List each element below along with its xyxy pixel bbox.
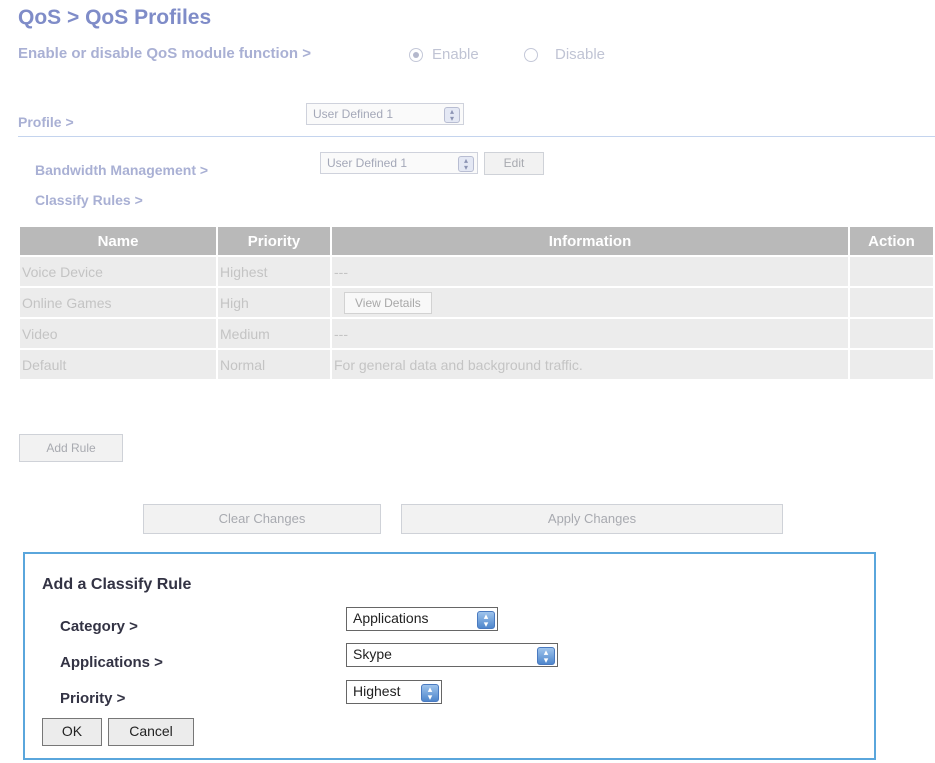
radio-selected-icon [409,48,423,62]
select-arrows-icon: ▴ ▾ [421,684,439,702]
rule-information: --- [332,257,848,286]
clear-changes-button[interactable]: Clear Changes [143,504,381,534]
applications-label: Applications > [60,654,163,671]
edit-bandwidth-button[interactable]: Edit [484,152,544,175]
rule-information: For general data and background traffic. [332,350,848,379]
cancel-button[interactable]: Cancel [108,718,194,746]
rule-priority: Highest [218,257,330,286]
bandwidth-select[interactable]: User Defined 1 ▴ ▾ [320,152,478,174]
rule-name: Online Games [20,288,216,317]
enable-qos-label: Enable or disable QoS module function > [18,45,311,62]
rule-action [850,319,933,348]
apply-changes-button[interactable]: Apply Changes [401,504,783,534]
applications-select-value: Skype [353,646,392,662]
bandwidth-select-value: User Defined 1 [327,156,408,170]
rule-name: Video [20,319,216,348]
classify-rules-table: Name Priority Information Action Voice D… [18,225,935,381]
rule-action [850,350,933,379]
radio-unselected-icon [524,48,538,62]
rule-information: --- [332,319,848,348]
ok-button[interactable]: OK [42,718,102,746]
priority-label: Priority > [60,690,126,707]
rule-priority: Medium [218,319,330,348]
applications-select[interactable]: Skype ▴ ▾ [346,643,558,667]
profile-select[interactable]: User Defined 1 ▴ ▾ [306,103,464,125]
rule-priority: Normal [218,350,330,379]
category-select-value: Applications [353,610,429,626]
priority-select-value: Highest [353,683,401,699]
select-arrows-icon: ▴ ▾ [458,156,474,172]
disable-radio[interactable] [524,48,538,67]
table-row: Voice Device Highest --- [20,257,933,286]
divider [18,136,935,137]
category-select[interactable]: Applications ▴ ▾ [346,607,498,631]
rule-name: Default [20,350,216,379]
column-header-information: Information [332,227,848,255]
profile-label: Profile > [18,114,74,130]
category-label: Category > [60,618,138,635]
select-arrows-icon: ▴ ▾ [477,611,495,629]
table-row: Online Games High View Details [20,288,933,317]
priority-select[interactable]: Highest ▴ ▾ [346,680,442,704]
enable-option-label: Enable [432,46,479,63]
rule-information: View Details [332,288,848,317]
column-header-action: Action [850,227,933,255]
rule-priority: High [218,288,330,317]
select-arrows-icon: ▴ ▾ [444,107,460,123]
profile-select-value: User Defined 1 [313,107,394,121]
bandwidth-management-label: Bandwidth Management > [35,162,209,178]
page-title: QoS > QoS Profiles [18,6,212,29]
column-header-name: Name [20,227,216,255]
classify-rules-label: Classify Rules > [35,192,143,208]
enable-radio[interactable] [409,48,423,67]
rule-action [850,288,933,317]
disable-option-label: Disable [555,46,606,63]
rule-action [850,257,933,286]
select-arrows-icon: ▴ ▾ [537,647,555,665]
panel-title: Add a Classify Rule [42,576,192,593]
table-header-row: Name Priority Information Action [20,227,933,255]
add-rule-button[interactable]: Add Rule [19,434,123,462]
table-row: Default Normal For general data and back… [20,350,933,379]
rule-name: Voice Device [20,257,216,286]
table-row: Video Medium --- [20,319,933,348]
column-header-priority: Priority [218,227,330,255]
view-details-button[interactable]: View Details [344,291,432,314]
